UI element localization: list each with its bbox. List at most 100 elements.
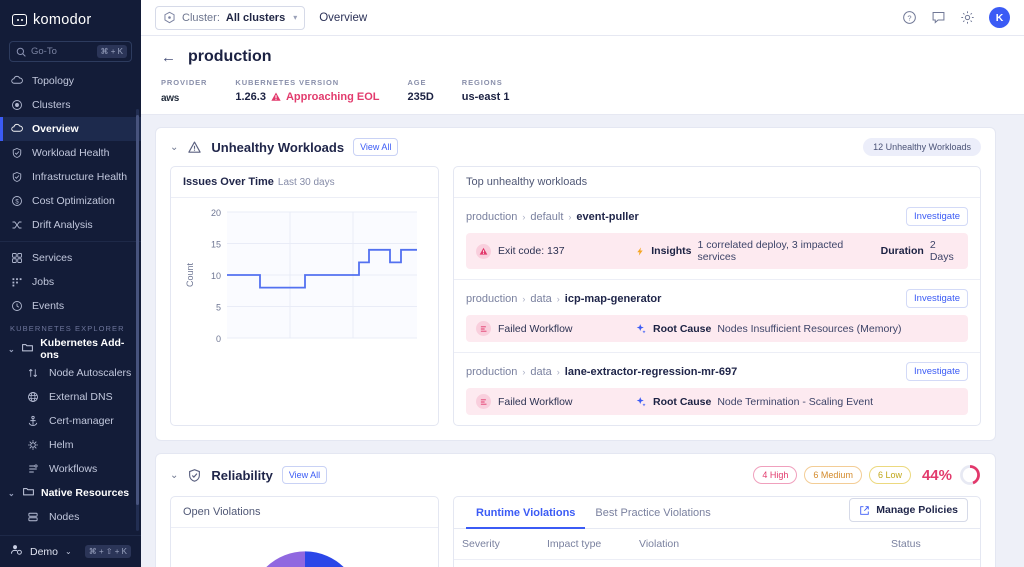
sidebar-item-label: Workload Health xyxy=(32,147,110,159)
sidebar-item-node-autoscalers[interactable]: Node Autoscalers xyxy=(0,361,141,385)
violations-panel: Runtime Violations Best Practice Violati… xyxy=(453,496,981,567)
sidebar-item-services[interactable]: Services xyxy=(0,246,141,270)
sidebar-item-workload-health[interactable]: Workload Health xyxy=(0,141,141,165)
workload-name: event-puller xyxy=(576,210,639,223)
content-scrollbar[interactable] xyxy=(1010,115,1024,567)
chevron-down-icon[interactable]: ⌄ xyxy=(170,470,178,481)
workload-alert: Failed Workflow Root Cause Nodes Insuffi… xyxy=(466,315,968,342)
sidebar-item-infrastructure-health[interactable]: Infrastructure Health xyxy=(0,165,141,189)
sidebar-user-shortcut: ⌘ + ⇧ + K xyxy=(84,545,131,558)
meta-value: 1.26.3 Approaching EOL xyxy=(235,91,379,103)
open-violations-donut xyxy=(171,528,438,567)
issues-over-time-header: Issues Over Time Last 30 days xyxy=(171,167,438,198)
feedback-icon[interactable] xyxy=(931,10,946,25)
sidebar-user-menu[interactable]: Demo ⌄ ⌘ + ⇧ + K xyxy=(0,535,141,567)
main-area: Cluster: All clusters ▾ Overview ? K ← p… xyxy=(141,0,1024,567)
view-all-button[interactable]: View All xyxy=(353,138,399,156)
alert-triangle-icon xyxy=(476,243,491,259)
severity-pill-high[interactable]: 4 High xyxy=(753,466,798,484)
root-cause-label: Root Cause xyxy=(653,322,712,335)
sidebar-item-workflows[interactable]: Workflows xyxy=(0,457,141,481)
chevron-down-icon[interactable]: ⌄ xyxy=(170,142,178,153)
server-icon xyxy=(26,511,40,523)
sidebar-user-name: Demo xyxy=(30,545,59,558)
back-arrow-icon[interactable]: ← xyxy=(161,50,176,65)
sidebar-item-nodes[interactable]: Nodes xyxy=(0,505,141,529)
sidebar-item-jobs[interactable]: Jobs xyxy=(0,270,141,294)
shield-check-icon xyxy=(10,171,23,183)
investigate-button[interactable]: Investigate xyxy=(906,289,968,308)
topbar-actions: ? K xyxy=(902,7,1010,28)
page-title: production xyxy=(188,48,272,65)
sidebar-item-overview[interactable]: Overview xyxy=(0,117,141,141)
workflow-icon xyxy=(476,321,491,336)
duration-label: Duration xyxy=(880,245,924,257)
column-status: Status xyxy=(883,529,953,560)
user-gear-icon xyxy=(10,543,23,561)
manage-policies-button[interactable]: Manage Policies xyxy=(849,498,968,522)
path-segment: data xyxy=(530,292,552,305)
top-unhealthy-workloads-panel: Top unhealthy workloads production › def… xyxy=(453,166,981,426)
chart-subtitle: Last 30 days xyxy=(277,177,335,188)
gear-icon[interactable] xyxy=(960,10,975,25)
table-row[interactable]: High Cluster Upgrade Kubernetes cluster … xyxy=(454,560,980,567)
path-separator-icon: › xyxy=(522,211,526,222)
cell-violation: Kubernetes cluster version (v1.26) is ap… xyxy=(631,560,883,567)
sidebar-group-kubernetes-addons[interactable]: ⌄ Kubernetes Add-ons xyxy=(0,337,141,361)
tab-runtime-violations[interactable]: Runtime Violations xyxy=(466,497,586,529)
workload-row[interactable]: production › default › event-puller Inve… xyxy=(454,198,980,280)
severity-pill-low[interactable]: 6 Low xyxy=(868,466,911,484)
sidebar-item-drift-analysis[interactable]: Drift Analysis xyxy=(0,213,141,237)
sidebar: komodor Go-To ⌘ + K Topology Clusters Ov… xyxy=(0,0,141,567)
cluster-selector[interactable]: Cluster: All clusters ▾ xyxy=(155,5,306,30)
sidebar-scrollbar-thumb[interactable] xyxy=(136,115,139,505)
root-cause-label: Root Cause xyxy=(653,395,712,408)
search-input[interactable]: Go-To ⌘ + K xyxy=(9,41,132,62)
sidebar-item-external-dns[interactable]: External DNS xyxy=(0,385,141,409)
avatar[interactable]: K xyxy=(989,7,1010,28)
sidebar-item-label: Cost Optimization xyxy=(32,195,115,207)
helm-wheel-icon xyxy=(26,439,40,451)
folder-icon xyxy=(21,341,34,357)
target-icon xyxy=(10,99,23,111)
workload-duration: Duration 2 Days xyxy=(881,239,958,263)
komodor-mark-icon xyxy=(12,13,27,26)
sidebar-item-clusters[interactable]: Clusters xyxy=(0,93,141,117)
sidebar-item-label: Jobs xyxy=(32,276,55,288)
sidebar-group-native-resources[interactable]: ⌄ Native Resources xyxy=(0,481,141,505)
investigate-button[interactable]: Investigate xyxy=(906,362,968,381)
sidebar-item-label: Workflows xyxy=(49,463,98,475)
tab-best-practice-violations[interactable]: Best Practice Violations xyxy=(585,497,720,529)
workload-reason: Exit code: 137 xyxy=(476,243,626,259)
breadcrumb: Overview xyxy=(319,11,368,24)
sidebar-item-events[interactable]: Events xyxy=(0,294,141,318)
sidebar-item-cost-optimization[interactable]: $ Cost Optimization xyxy=(0,189,141,213)
severity-pill-medium[interactable]: 6 Medium xyxy=(804,466,862,484)
sidebar-item-topology[interactable]: Topology xyxy=(0,69,141,93)
shield-check-icon xyxy=(10,147,23,159)
workload-path: production › data › lane-extractor-regre… xyxy=(466,362,968,381)
investigate-button[interactable]: Investigate xyxy=(906,207,968,226)
chart-title: Issues Over Time xyxy=(183,176,274,188)
sidebar-item-workloads[interactable]: › Workloads xyxy=(0,529,141,535)
cell-impact-type: Cluster Upgrade xyxy=(539,560,631,567)
cluster-selector-value: All clusters xyxy=(225,11,286,24)
sidebar-item-helm[interactable]: Helm xyxy=(0,433,141,457)
column-impact-type: Impact type xyxy=(539,529,631,560)
search-shortcut: ⌘ + K xyxy=(96,45,127,58)
svg-text:15: 15 xyxy=(211,240,221,250)
meta-value: aws xyxy=(161,91,207,104)
workload-row[interactable]: production › data › lane-extractor-regre… xyxy=(454,353,980,425)
view-all-button[interactable]: View All xyxy=(281,466,328,484)
path-separator-icon: › xyxy=(568,211,572,222)
column-violation: Violation xyxy=(631,529,883,560)
svg-text:10: 10 xyxy=(211,271,221,281)
column-actions xyxy=(953,529,980,560)
help-circle-icon[interactable]: ? xyxy=(902,10,917,25)
sidebar-item-cert-manager[interactable]: Cert-manager xyxy=(0,409,141,433)
search-placeholder: Go-To xyxy=(31,46,57,57)
reliability-score-ring xyxy=(960,465,980,485)
column-severity: Severity xyxy=(454,529,539,560)
table-header-row: Severity Impact type Violation Status xyxy=(454,529,980,560)
workload-row[interactable]: production › data › icp-map-generator In… xyxy=(454,280,980,353)
